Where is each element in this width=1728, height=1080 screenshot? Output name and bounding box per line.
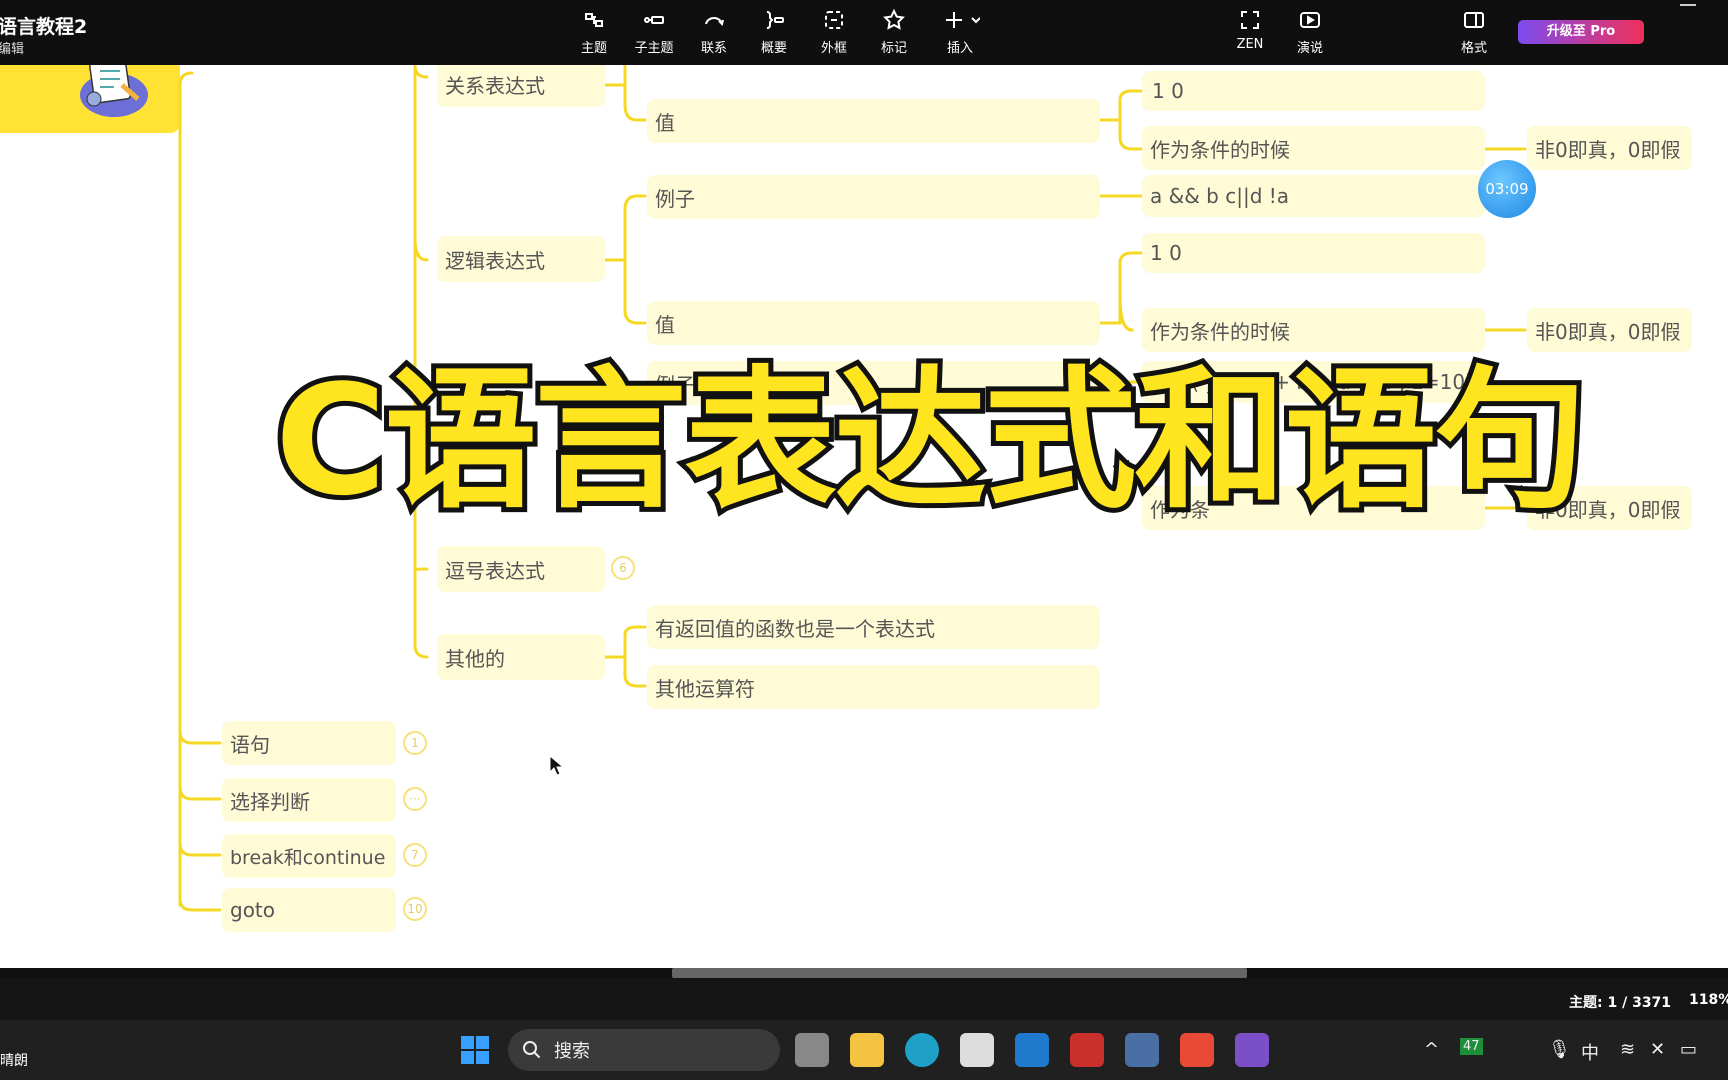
node-other[interactable]: 其他的 (437, 634, 605, 680)
windows-taskbar: 晴朗 搜索 ^ 47 🎙 中 ≋ ✕ ▭ (0, 1020, 1728, 1080)
scrollbar-thumb[interactable] (672, 968, 1247, 978)
node-function-expression[interactable]: 有返回值的函数也是一个表达式 (647, 605, 1100, 649)
topic-count: 主题: 1 / 3371 (1569, 995, 1672, 1011)
node-value[interactable]: 值 (647, 301, 1100, 345)
app-window: 语言教程2 编辑 主题 子主题 联系 概要 外框 标记 插入 ZEN 演说 格式… (0, 0, 1728, 1080)
node-other-operators[interactable]: 其他运算符 (647, 665, 1100, 709)
microphone-icon[interactable]: 🎙 (1548, 1039, 1571, 1060)
collapsed-count-badge[interactable]: 10 (403, 897, 427, 921)
recording-timer-badge[interactable]: 03:09 (1478, 160, 1536, 218)
volume-muted-icon[interactable]: ✕ (1650, 1039, 1665, 1060)
topic-icon (585, 13, 603, 27)
node-selection[interactable]: 选择判断 (222, 778, 396, 822)
search-placeholder: 搜索 (554, 1041, 590, 1062)
node-truthiness-rule[interactable]: 非0即真，0即假 (1527, 126, 1692, 170)
status-bar: 主题: 1 / 3371 118% (0, 978, 1728, 1020)
zen-icon (1241, 11, 1259, 29)
boundary-button[interactable]: 外框 (802, 8, 866, 56)
node-goto[interactable]: goto (222, 888, 396, 932)
boundary-icon (825, 11, 843, 29)
node-as-condition[interactable]: 作为条件的时候 (1142, 126, 1485, 170)
collapsed-count-badge[interactable]: 1 (403, 731, 427, 755)
insert-button[interactable]: 插入 (928, 8, 992, 56)
topic-button[interactable]: 主题 (562, 8, 626, 56)
node-logical-expression[interactable]: 逻辑表达式 (437, 236, 605, 282)
node-break-continue[interactable]: break和continue (222, 834, 396, 878)
format-panel-icon (1464, 12, 1484, 28)
task-view-icon[interactable] (795, 1033, 829, 1067)
format-button[interactable]: 格式 (1442, 8, 1506, 56)
video-overlay-title: C语言表达式和语句 (270, 352, 1592, 529)
top-toolbar: 语言教程2 编辑 主题 子主题 联系 概要 外框 标记 插入 ZEN 演说 格式… (0, 0, 1728, 65)
pitch-button[interactable]: 演说 (1278, 8, 1342, 56)
marker-button[interactable]: 标记 (862, 8, 926, 56)
node-comma-expression[interactable]: 逗号表达式 (437, 546, 605, 592)
zen-button[interactable]: ZEN (1218, 8, 1282, 52)
document-mode: 编辑 (0, 42, 25, 57)
visual-studio-icon[interactable] (1235, 1033, 1269, 1067)
microsoft-store-icon[interactable] (960, 1033, 994, 1067)
taskbar-search-box[interactable]: 搜索 (508, 1029, 780, 1071)
node-logic-example[interactable]: a && b c||d !a (1142, 175, 1485, 217)
node-value[interactable]: 值 (647, 99, 1100, 143)
battery-icon[interactable]: ▭ (1680, 1039, 1697, 1060)
filezilla-icon[interactable] (1070, 1033, 1104, 1067)
subtopic-button[interactable]: 子主题 (622, 8, 686, 56)
subtopic-icon (644, 16, 664, 24)
node-value-detail[interactable]: 1 0 (1142, 71, 1485, 111)
tray-app-badge[interactable]: 47 (1460, 1038, 1483, 1055)
summary-icon (766, 11, 784, 29)
vscode-icon[interactable] (1015, 1033, 1049, 1067)
horizontal-scrollbar[interactable] (0, 968, 1728, 978)
ime-indicator[interactable]: 中 (1581, 1039, 1599, 1065)
node-example[interactable]: 例子 (647, 175, 1100, 219)
node-relational-expression[interactable]: 关系表达式 (437, 65, 605, 107)
search-icon (523, 1041, 541, 1059)
relationship-icon (705, 17, 724, 26)
collapsed-count-badge[interactable]: 6 (611, 556, 635, 580)
file-explorer-icon[interactable] (850, 1033, 884, 1067)
document-title[interactable]: 语言教程2 (0, 12, 87, 39)
pitch-icon (1300, 12, 1320, 28)
weather-widget[interactable]: 晴朗 (0, 1050, 28, 1070)
xmind-icon[interactable] (1180, 1033, 1214, 1067)
node-truthiness-rule[interactable]: 非0即真，0即假 (1527, 308, 1692, 352)
edge-browser-icon[interactable] (905, 1033, 939, 1067)
minimize-window-button[interactable] (1680, 4, 1696, 6)
collapsed-count-badge[interactable]: 7 (403, 843, 427, 867)
zoom-level[interactable]: 118% (1689, 992, 1728, 1008)
node-as-condition[interactable]: 作为条件的时候 (1142, 308, 1485, 352)
plus-icon (946, 12, 980, 28)
relationship-button[interactable]: 联系 (682, 8, 746, 56)
collapsed-count-badge[interactable]: ··· (403, 787, 427, 811)
windows-start-icon[interactable] (460, 1035, 490, 1065)
star-icon (883, 8, 905, 30)
upgrade-pro-button[interactable]: 升级至 Pro (1518, 20, 1644, 44)
summary-button[interactable]: 概要 (742, 8, 806, 56)
node-statement[interactable]: 语句 (222, 721, 396, 765)
tray-overflow-icon[interactable]: ^ (1424, 1039, 1439, 1060)
node-value-detail[interactable]: 1 0 (1142, 233, 1485, 273)
wifi-icon[interactable]: ≋ (1620, 1039, 1635, 1060)
mouse-cursor-icon (549, 755, 565, 776)
network-tool-icon[interactable] (1125, 1033, 1159, 1067)
